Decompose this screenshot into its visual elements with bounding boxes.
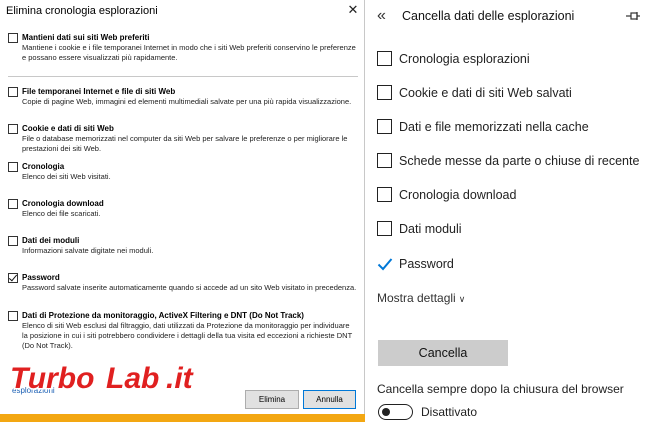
close-icon[interactable]: ✕ [346, 3, 360, 17]
checkbox[interactable] [8, 33, 18, 43]
pin-icon[interactable] [625, 9, 641, 23]
checkbox[interactable] [377, 85, 392, 100]
panel-title: Cancella dati delle esplorazioni [402, 9, 575, 23]
option-description: Elenco dei file scaricati. [22, 209, 101, 218]
checkbox[interactable] [8, 199, 18, 209]
option-description: Password salvate inserite automaticament… [22, 283, 357, 292]
edge-clear-data-panel: « Cancella dati delle esplorazioni Crono… [365, 0, 650, 422]
option-label: Mantieni dati sui siti Web preferiti [22, 33, 150, 42]
svg-text:.it: .it [166, 362, 195, 395]
option-label: Password [399, 257, 454, 271]
clear-button[interactable]: Cancella [378, 340, 508, 366]
edge-option-form-data[interactable]: Dati moduli [377, 220, 647, 240]
option-description: File o database memorizzati nel computer… [22, 134, 348, 153]
option-label: Password [22, 273, 60, 282]
ie-delete-history-dialog: Elimina cronologia esplorazioni ✕ Mantie… [0, 0, 365, 422]
option-description: Elenco di siti Web esclusi dal filtraggi… [22, 321, 353, 350]
checkbox[interactable] [8, 124, 18, 134]
separator [8, 76, 358, 77]
edge-option-cookies[interactable]: Cookie e dati di siti Web salvati [377, 84, 647, 104]
option-label: Dati moduli [399, 222, 462, 236]
show-details-label: Mostra dettagli [377, 291, 456, 305]
show-details-link[interactable]: Mostra dettagli ∨ [377, 290, 465, 307]
checkbox[interactable] [8, 311, 18, 321]
option-label: Schede messe da parte o chiuse di recent… [399, 154, 640, 168]
option-description: Copie di pagine Web, immagini ed element… [22, 97, 352, 106]
option-label: File temporanei Internet e file di siti … [22, 87, 176, 96]
toggle-knob [382, 407, 390, 416]
edge-option-tabs[interactable]: Schede messe da parte o chiuse di recent… [377, 152, 647, 172]
toggle-state-label: Disattivato [421, 405, 478, 419]
background-strip [0, 414, 365, 422]
option-label: Cronologia [22, 162, 65, 171]
option-label: Dati e file memorizzati nella cache [399, 120, 589, 134]
checkbox[interactable] [377, 221, 392, 236]
option-description: Informazioni salvate digitate nei moduli… [22, 246, 154, 255]
checkbox[interactable] [8, 87, 18, 97]
checkbox[interactable] [8, 162, 18, 172]
edge-option-browsing-history[interactable]: Cronologia esplorazioni [377, 50, 647, 70]
option-description: Mantiene i cookie e i file temporanei In… [22, 43, 356, 62]
delete-button[interactable]: Elimina [245, 390, 299, 409]
edge-option-download-history[interactable]: Cronologia download [377, 186, 647, 206]
edge-option-passwords[interactable]: Password [377, 255, 647, 275]
svg-text:Lab: Lab [106, 362, 159, 395]
option-label: Dati dei moduli [22, 236, 80, 245]
checkbox-checked[interactable] [8, 273, 18, 283]
option-description: Elenco dei siti Web visitati. [22, 172, 111, 181]
checkbox[interactable] [8, 236, 18, 246]
option-label: Cronologia download [399, 188, 517, 202]
turbolab-logo: Turbo Lab .it [9, 361, 197, 397]
svg-text:Turbo: Turbo [10, 362, 94, 395]
option-label: Dati di Protezione da monitoraggio, Acti… [22, 311, 304, 320]
checkbox[interactable] [377, 119, 392, 134]
edge-option-cache[interactable]: Dati e file memorizzati nella cache [377, 118, 647, 138]
option-label: Cookie e dati di siti Web salvati [399, 86, 572, 100]
option-label: Cookie e dati di siti Web [22, 124, 114, 133]
option-label: Cronologia download [22, 199, 104, 208]
dialog-title: Elimina cronologia esplorazioni [6, 5, 158, 17]
checkbox[interactable] [377, 51, 392, 66]
checkbox[interactable] [377, 153, 392, 168]
always-clear-toggle[interactable] [378, 404, 413, 420]
always-clear-label: Cancella sempre dopo la chiusura del bro… [377, 382, 624, 396]
checkbox[interactable] [377, 187, 392, 202]
cancel-button[interactable]: Annulla [303, 390, 356, 409]
checkmark-icon[interactable] [377, 256, 393, 271]
back-icon[interactable]: « [377, 6, 386, 26]
chevron-down-icon: ∨ [458, 294, 466, 304]
option-label: Cronologia esplorazioni [399, 52, 530, 66]
